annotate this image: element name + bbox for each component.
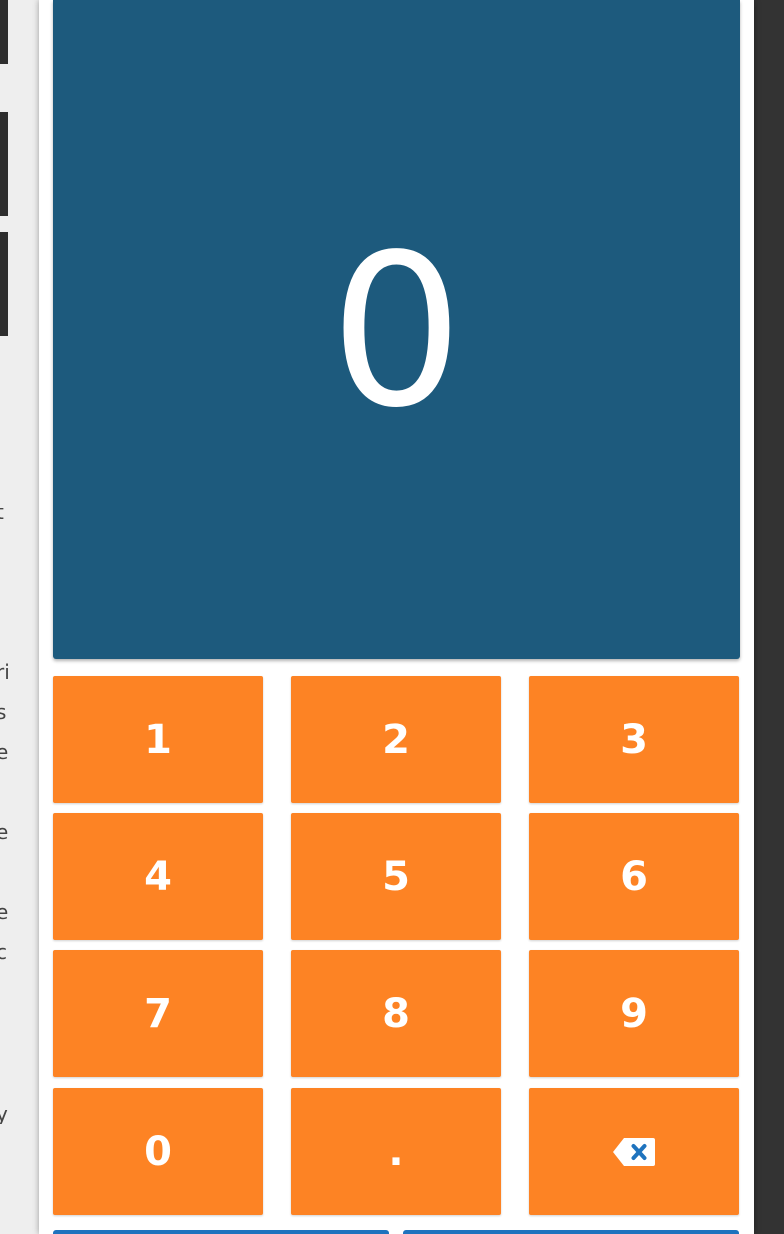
key-0[interactable]: 0 xyxy=(53,1088,263,1215)
value-display: 0 xyxy=(53,0,740,659)
key-1[interactable]: 1 xyxy=(53,676,263,803)
key-7[interactable]: 7 xyxy=(53,950,263,1077)
backspace-icon xyxy=(613,1137,655,1166)
key-5[interactable]: 5 xyxy=(291,813,501,940)
backspace-button[interactable] xyxy=(529,1088,739,1215)
background-text-fragment: ri xyxy=(0,662,8,682)
background-text-fragment: e xyxy=(0,902,8,922)
key-9[interactable]: 9 xyxy=(529,950,739,1077)
key-3[interactable]: 3 xyxy=(529,676,739,803)
key-6[interactable]: 6 xyxy=(529,813,739,940)
action-button-left[interactable] xyxy=(53,1230,389,1234)
background-text-fragment: t xyxy=(0,502,8,522)
key-2[interactable]: 2 xyxy=(291,676,501,803)
action-button-right[interactable] xyxy=(403,1230,739,1234)
background-text-fragment: s xyxy=(0,702,7,722)
background-text-fragment: c xyxy=(0,942,7,962)
key-4[interactable]: 4 xyxy=(53,813,263,940)
key-decimal[interactable]: . xyxy=(291,1088,501,1215)
background-panel xyxy=(0,112,8,216)
background-text-fragment: y xyxy=(0,1104,8,1124)
background-text-fragment: e! xyxy=(0,822,8,842)
numeric-keypad-dialog: 0 1 2 3 4 5 6 7 8 9 0 . xyxy=(39,0,754,1234)
background-scroll-region xyxy=(754,0,784,1234)
background-text-fragment: e xyxy=(0,742,8,762)
display-value: 0 xyxy=(329,208,464,454)
key-8[interactable]: 8 xyxy=(291,950,501,1077)
background-header-bar xyxy=(0,0,8,64)
background-panel xyxy=(0,232,8,336)
background-text-fragment: l xyxy=(0,782,8,802)
background-text-fragment: i xyxy=(0,862,8,882)
